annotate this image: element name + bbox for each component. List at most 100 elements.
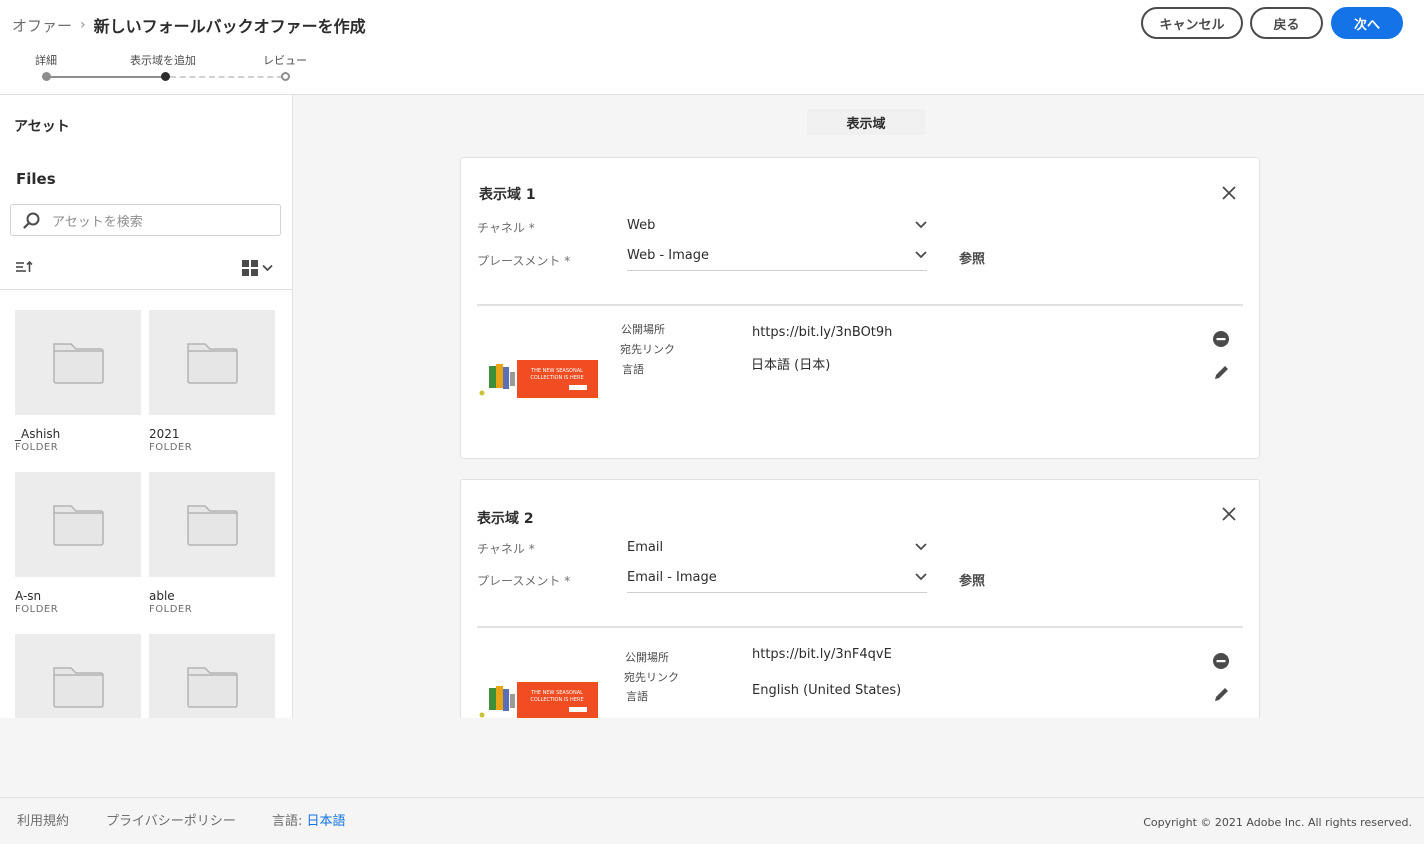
representation-card: 表示域 1 チャネル * Web プレースメント * Web - Image 参… [460, 157, 1260, 459]
svg-text:COLLECTION IS HERE: COLLECTION IS HERE [530, 375, 583, 381]
sort-icon[interactable] [15, 259, 35, 279]
step-label-review: レビュー [263, 54, 307, 67]
required-asterisk: * [528, 542, 535, 556]
content-banner-image: THE NEW SEASONAL COLLECTION IS HERE [477, 680, 598, 718]
search-icon [23, 212, 40, 229]
files-heading: Files [16, 170, 56, 188]
channel-value: Web [627, 217, 656, 233]
placement-dropdown[interactable]: Web - Image [627, 241, 927, 271]
assets-sidebar: アセット Files アセットを検索 _Ashish FOLDER 2021 F… [0, 95, 293, 718]
channel-label: チャネル * [477, 542, 535, 556]
folder-thumbnail [15, 472, 141, 577]
folder-tile[interactable]: A-sn FOLDER [15, 472, 141, 615]
privacy-link[interactable]: プライバシーポリシー [106, 810, 236, 829]
breadcrumb: オファー › 新しいフォールバックオファーを作成 [12, 13, 366, 37]
folder-tile[interactable]: _Ashish FOLDER [15, 310, 141, 453]
folder-icon [186, 662, 238, 712]
chevron-down-icon [915, 248, 927, 263]
representations-heading: 表示域 [807, 109, 925, 135]
folder-tile[interactable] [15, 634, 141, 718]
folder-icon [186, 338, 238, 388]
folder-tile[interactable]: 2021 FOLDER [149, 310, 275, 453]
close-icon[interactable] [1221, 185, 1237, 201]
representation-title: 表示域 2 [477, 511, 534, 527]
published-url: https://bit.ly/3nBOt9h [752, 325, 893, 340]
folder-tile[interactable]: able FOLDER [149, 472, 275, 615]
channel-label: チャネル * [477, 221, 535, 235]
step-label-details: 詳細 [35, 54, 57, 67]
page-title: 新しいフォールバックオファーを作成 [93, 17, 366, 36]
representation-card: 表示域 2 チャネル * Email プレースメント * Email - Ima… [460, 479, 1260, 718]
grid-view-icon[interactable] [241, 259, 275, 280]
step-indicator: 詳細 表示域を追加 レビュー [0, 50, 340, 90]
back-button[interactable]: 戻る [1250, 7, 1323, 39]
folder-icon [52, 500, 104, 550]
folder-type: FOLDER [15, 442, 59, 453]
folder-name: A-sn [15, 589, 42, 603]
copyright-text: Copyright © 2021 Adobe Inc. All rights r… [1143, 816, 1412, 829]
search-input[interactable]: アセットを検索 [52, 211, 143, 230]
folder-tile[interactable] [149, 634, 275, 718]
channel-dropdown[interactable]: Web [627, 210, 927, 240]
language-selector[interactable]: 言語: 日本語 [272, 810, 346, 829]
destination-link-label: 宛先リンク [620, 343, 675, 356]
folder-type: FOLDER [149, 604, 193, 615]
next-button[interactable]: 次へ [1331, 7, 1403, 39]
terms-link[interactable]: 利用規約 [17, 810, 69, 829]
chevron-down-icon [915, 540, 927, 555]
required-asterisk: * [528, 221, 535, 235]
channel-value: Email [627, 539, 664, 555]
edit-icon[interactable] [1213, 685, 1231, 703]
remove-icon[interactable] [1212, 330, 1230, 348]
published-url: https://bit.ly/3nF4qvE [752, 647, 892, 662]
placement-label: プレースメント * [477, 574, 571, 588]
folder-thumbnail [149, 310, 275, 415]
folder-name: _Ashish [15, 427, 61, 441]
step-line-upcoming [170, 76, 283, 78]
folder-icon [52, 338, 104, 388]
divider [477, 304, 1243, 306]
folder-name: able [149, 589, 175, 603]
required-asterisk: * [564, 574, 571, 588]
breadcrumb-offers-link[interactable]: オファー [12, 15, 72, 36]
folder-thumbnail [149, 472, 275, 577]
asset-search-field[interactable]: アセットを検索 [10, 204, 281, 236]
placement-value: Web - Image [627, 248, 710, 263]
step-label-add-representation: 表示域を追加 [130, 54, 196, 67]
browse-button[interactable]: 参照 [959, 570, 985, 589]
main-content: 表示域 表示域 1 チャネル * Web プレースメント * Web - Ima… [293, 95, 1424, 718]
language-label: 言語 [622, 363, 644, 376]
published-label: 公開場所 [621, 323, 665, 336]
placement-dropdown[interactable]: Email - Image [627, 563, 927, 593]
chevron-down-icon [915, 570, 927, 585]
step-dot-complete [42, 72, 51, 81]
channel-dropdown[interactable]: Email [627, 532, 927, 562]
remove-icon[interactable] [1212, 652, 1230, 670]
language-value: English (United States) [752, 683, 902, 698]
folder-thumbnail [15, 310, 141, 415]
close-icon[interactable] [1221, 506, 1237, 522]
footer: 利用規約 プライバシーポリシー 言語: 日本語 Copyright © 2021… [0, 797, 1424, 844]
divider [477, 626, 1243, 628]
chevron-down-icon [915, 218, 927, 233]
breadcrumb-separator: › [80, 17, 86, 33]
step-line-complete [50, 76, 163, 78]
folder-type: FOLDER [15, 604, 59, 615]
browse-button[interactable]: 参照 [959, 248, 985, 267]
folder-name: 2021 [149, 427, 180, 441]
edit-icon[interactable] [1213, 363, 1231, 381]
step-dot-upcoming [281, 72, 290, 81]
placement-label: プレースメント * [477, 254, 571, 268]
cancel-button[interactable]: キャンセル [1141, 7, 1243, 39]
folder-icon [186, 500, 238, 550]
published-label: 公開場所 [625, 651, 669, 664]
svg-text:COLLECTION IS HERE: COLLECTION IS HERE [530, 697, 583, 703]
sidebar-toolbar [0, 245, 292, 290]
svg-text:THE NEW SEASONAL: THE NEW SEASONAL [530, 690, 583, 696]
folder-thumbnail [15, 634, 141, 718]
top-bar: オファー › 新しいフォールバックオファーを作成 キャンセル 戻る 次へ 詳細 … [0, 0, 1424, 95]
folder-icon [52, 662, 104, 712]
folder-thumbnail [149, 634, 275, 718]
language-label: 言語 [626, 690, 648, 703]
language-selector-value[interactable]: 日本語 [307, 814, 346, 829]
